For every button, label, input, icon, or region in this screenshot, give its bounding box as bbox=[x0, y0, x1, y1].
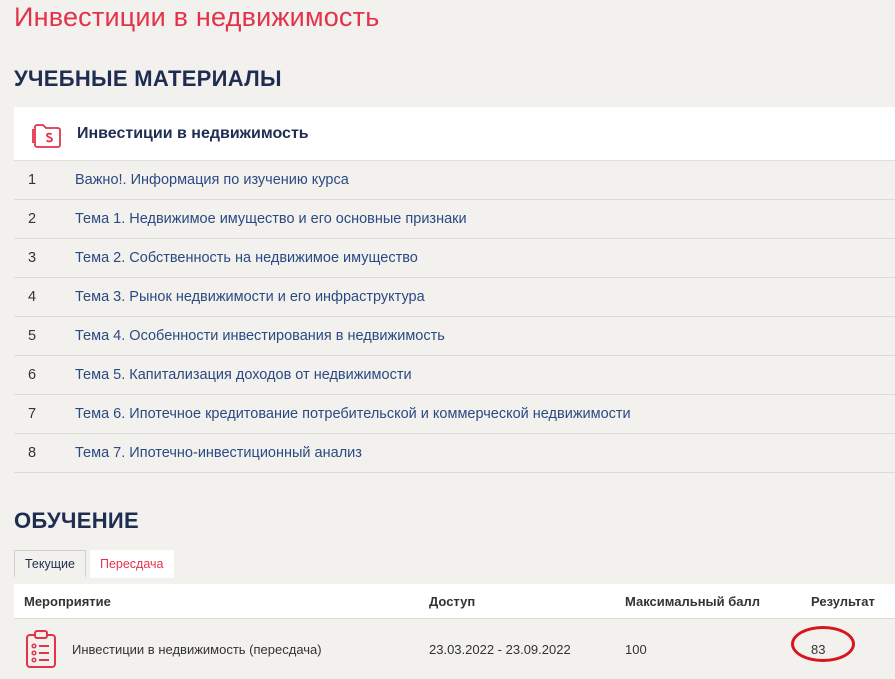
event-name[interactable]: Инвестиции в недвижимость (пересдача) bbox=[72, 642, 322, 657]
topic-link[interactable]: Тема 2. Собственность на недвижимое имущ… bbox=[75, 250, 418, 266]
column-header-result: Результат bbox=[811, 593, 875, 609]
list-item: 6 Тема 5. Капитализация доходов от недви… bbox=[14, 356, 895, 395]
topic-number: 3 bbox=[28, 250, 37, 266]
max-score: 100 bbox=[625, 641, 647, 657]
topic-number: 6 bbox=[28, 367, 37, 383]
event-cell: Инвестиции в недвижимость (пересдача) bbox=[14, 629, 429, 669]
topic-link[interactable]: Тема 7. Ипотечно-инвестиционный анализ bbox=[75, 445, 362, 461]
access-period: 23.03.2022 - 23.09.2022 bbox=[429, 641, 571, 657]
table-header: Мероприятие Доступ Максимальный балл Рез… bbox=[14, 584, 895, 619]
course-name: Инвестиции в недвижимость bbox=[77, 124, 309, 142]
topics-list: 1 Важно!. Информация по изучению курса 2… bbox=[14, 161, 895, 473]
column-header-access: Доступ bbox=[429, 593, 476, 609]
topic-link[interactable]: Тема 6. Ипотечное кредитование потребите… bbox=[75, 406, 631, 422]
clipboard-checklist-icon bbox=[24, 629, 58, 669]
training-tabs: Текущие Пересдача bbox=[14, 550, 174, 578]
topic-number: 4 bbox=[28, 289, 37, 305]
topic-link[interactable]: Тема 4. Особенности инвестирования в нед… bbox=[75, 328, 445, 344]
list-item: 7 Тема 6. Ипотечное кредитование потреби… bbox=[14, 395, 895, 434]
tab-current[interactable]: Текущие bbox=[14, 550, 86, 578]
topic-number: 1 bbox=[28, 172, 37, 188]
course-materials-header: Инвестиции в недвижимость bbox=[14, 107, 895, 161]
page-title: Инвестиции в недвижимость bbox=[14, 2, 380, 32]
topic-link[interactable]: Тема 1. Недвижимое имущество и его основ… bbox=[75, 211, 467, 227]
list-item: 1 Важно!. Информация по изучению курса bbox=[14, 161, 895, 200]
topic-number: 2 bbox=[28, 211, 37, 227]
table-row[interactable]: Инвестиции в недвижимость (пересдача) 23… bbox=[14, 619, 895, 679]
folder-s-icon bbox=[31, 118, 63, 150]
topic-number: 8 bbox=[28, 445, 37, 461]
topic-link[interactable]: Важно!. Информация по изучению курса bbox=[75, 172, 349, 188]
result-value: 83 bbox=[811, 641, 826, 657]
list-item: 3 Тема 2. Собственность на недвижимое им… bbox=[14, 239, 895, 278]
tab-retake[interactable]: Пересдача bbox=[89, 550, 174, 578]
training-section-title: ОБУЧЕНИЕ bbox=[14, 508, 139, 533]
list-item: 2 Тема 1. Недвижимое имущество и его осн… bbox=[14, 200, 895, 239]
topic-link[interactable]: Тема 5. Капитализация доходов от недвижи… bbox=[75, 367, 412, 383]
list-item: 8 Тема 7. Ипотечно-инвестиционный анализ bbox=[14, 434, 895, 473]
column-header-max-score: Максимальный балл bbox=[625, 593, 761, 609]
list-item: 4 Тема 3. Рынок недвижимости и его инфра… bbox=[14, 278, 895, 317]
materials-section-title: УЧЕБНЫЕ МАТЕРИАЛЫ bbox=[14, 66, 282, 91]
topic-link[interactable]: Тема 3. Рынок недвижимости и его инфраст… bbox=[75, 289, 425, 305]
topic-number: 7 bbox=[28, 406, 37, 422]
topic-number: 5 bbox=[28, 328, 37, 344]
column-header-event: Мероприятие bbox=[24, 593, 111, 609]
result-cell: 83 bbox=[791, 625, 895, 662]
list-item: 5 Тема 4. Особенности инвестирования в н… bbox=[14, 317, 895, 356]
training-table: Мероприятие Доступ Максимальный балл Рез… bbox=[14, 584, 895, 679]
